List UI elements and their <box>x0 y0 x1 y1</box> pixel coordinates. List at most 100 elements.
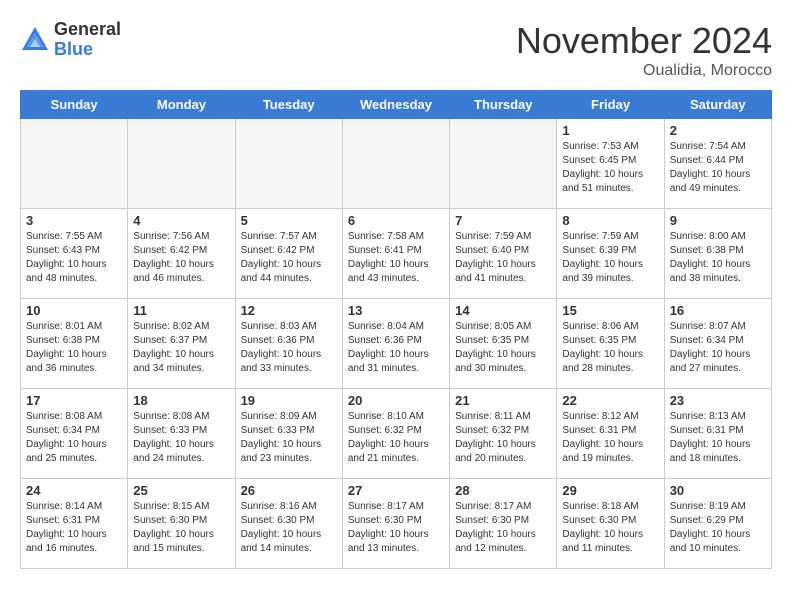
day-number: 4 <box>133 213 229 228</box>
calendar-header: SundayMondayTuesdayWednesdayThursdayFrid… <box>21 91 772 119</box>
day-number: 9 <box>670 213 766 228</box>
calendar-cell: 17 Sunrise: 8:08 AMSunset: 6:34 PMDayligh… <box>21 389 128 479</box>
logo-general-text: General <box>54 20 121 40</box>
day-info: Sunrise: 8:08 AMSunset: 6:34 PMDaylight:… <box>26 410 122 466</box>
weekday-header: Monday <box>128 91 235 119</box>
day-number: 6 <box>348 213 444 228</box>
day-number: 15 <box>562 303 658 318</box>
calendar-table: SundayMondayTuesdayWednesdayThursdayFrid… <box>20 90 772 569</box>
day-info: Sunrise: 8:19 AMSunset: 6:29 PMDaylight:… <box>670 500 766 556</box>
day-number: 23 <box>670 393 766 408</box>
calendar-week-row: 1 Sunrise: 7:53 AMSunset: 6:45 PMDaylight… <box>21 119 772 209</box>
calendar-cell: 3Sunrise: 7:55 AMSunset: 6:43 PMDaylight… <box>21 209 128 299</box>
calendar-body: 1 Sunrise: 7:53 AMSunset: 6:45 PMDaylight… <box>21 119 772 569</box>
day-info: Sunrise: 8:18 AMSunset: 6:30 PMDaylight:… <box>562 500 658 556</box>
calendar-cell: 6 Sunrise: 7:58 AMSunset: 6:41 PMDaylight… <box>342 209 449 299</box>
calendar-cell: 22Sunrise: 8:12 AMSunset: 6:31 PMDayligh… <box>557 389 664 479</box>
calendar-cell: 5 Sunrise: 7:57 AMSunset: 6:42 PMDaylight… <box>235 209 342 299</box>
day-number: 7 <box>455 213 551 228</box>
day-number: 27 <box>348 483 444 498</box>
calendar-cell: 1 Sunrise: 7:53 AMSunset: 6:45 PMDaylight… <box>557 119 664 209</box>
calendar-cell <box>450 119 557 209</box>
calendar-cell: 26 Sunrise: 8:16 AMSunset: 6:30 PMDayligh… <box>235 479 342 569</box>
day-info: Sunrise: 8:05 AMSunset: 6:35 PMDaylight:… <box>455 320 551 376</box>
day-info: Sunrise: 8:08 AMSunset: 6:33 PMDaylight:… <box>133 410 229 466</box>
day-info: Sunrise: 7:59 AMSunset: 6:40 PMDaylight:… <box>455 230 551 286</box>
calendar-cell: 11 Sunrise: 8:02 AMSunset: 6:37 PMDayligh… <box>128 299 235 389</box>
day-info: Sunrise: 7:59 AMSunset: 6:39 PMDaylight:… <box>562 230 658 286</box>
calendar-week-row: 3Sunrise: 7:55 AMSunset: 6:43 PMDaylight… <box>21 209 772 299</box>
day-number: 17 <box>26 393 122 408</box>
calendar-week-row: 10Sunrise: 8:01 AMSunset: 6:38 PMDayligh… <box>21 299 772 389</box>
day-info: Sunrise: 8:15 AMSunset: 6:30 PMDaylight:… <box>133 500 229 556</box>
day-number: 19 <box>241 393 337 408</box>
calendar-cell: 20 Sunrise: 8:10 AMSunset: 6:32 PMDayligh… <box>342 389 449 479</box>
day-number: 25 <box>133 483 229 498</box>
calendar-cell: 10Sunrise: 8:01 AMSunset: 6:38 PMDayligh… <box>21 299 128 389</box>
calendar-cell: 9 Sunrise: 8:00 AMSunset: 6:38 PMDaylight… <box>664 209 771 299</box>
calendar-cell: 14 Sunrise: 8:05 AMSunset: 6:35 PMDayligh… <box>450 299 557 389</box>
calendar-cell <box>128 119 235 209</box>
calendar-cell: 8 Sunrise: 7:59 AMSunset: 6:39 PMDaylight… <box>557 209 664 299</box>
logo-icon <box>20 25 50 55</box>
weekday-header: Friday <box>557 91 664 119</box>
day-info: Sunrise: 8:04 AMSunset: 6:36 PMDaylight:… <box>348 320 444 376</box>
calendar-cell: 19 Sunrise: 8:09 AMSunset: 6:33 PMDayligh… <box>235 389 342 479</box>
calendar-cell: 30Sunrise: 8:19 AMSunset: 6:29 PMDayligh… <box>664 479 771 569</box>
day-number: 10 <box>26 303 122 318</box>
month-title: November 2024 <box>516 20 772 62</box>
day-info: Sunrise: 8:16 AMSunset: 6:30 PMDaylight:… <box>241 500 337 556</box>
day-number: 2 <box>670 123 766 138</box>
day-number: 13 <box>348 303 444 318</box>
calendar-cell: 15Sunrise: 8:06 AMSunset: 6:35 PMDayligh… <box>557 299 664 389</box>
weekday-header: Sunday <box>21 91 128 119</box>
day-info: Sunrise: 7:58 AMSunset: 6:41 PMDaylight:… <box>348 230 444 286</box>
calendar-cell: 18 Sunrise: 8:08 AMSunset: 6:33 PMDayligh… <box>128 389 235 479</box>
day-number: 11 <box>133 303 229 318</box>
calendar-cell: 7 Sunrise: 7:59 AMSunset: 6:40 PMDaylight… <box>450 209 557 299</box>
day-info: Sunrise: 7:53 AMSunset: 6:45 PMDaylight:… <box>562 140 658 196</box>
weekday-header: Saturday <box>664 91 771 119</box>
day-info: Sunrise: 7:57 AMSunset: 6:42 PMDaylight:… <box>241 230 337 286</box>
day-number: 20 <box>348 393 444 408</box>
logo-text: General Blue <box>54 20 121 60</box>
calendar-cell: 23 Sunrise: 8:13 AMSunset: 6:31 PMDayligh… <box>664 389 771 479</box>
day-number: 3 <box>26 213 122 228</box>
calendar-cell <box>342 119 449 209</box>
calendar-week-row: 24 Sunrise: 8:14 AMSunset: 6:31 PMDayligh… <box>21 479 772 569</box>
location: Oualidia, Morocco <box>516 62 772 80</box>
day-number: 16 <box>670 303 766 318</box>
day-number: 24 <box>26 483 122 498</box>
calendar-week-row: 17 Sunrise: 8:08 AMSunset: 6:34 PMDayligh… <box>21 389 772 479</box>
day-info: Sunrise: 8:09 AMSunset: 6:33 PMDaylight:… <box>241 410 337 466</box>
title-section: November 2024 Oualidia, Morocco <box>516 20 772 80</box>
day-number: 18 <box>133 393 229 408</box>
day-number: 26 <box>241 483 337 498</box>
calendar-cell: 16 Sunrise: 8:07 AMSunset: 6:34 PMDayligh… <box>664 299 771 389</box>
day-info: Sunrise: 7:54 AMSunset: 6:44 PMDaylight:… <box>670 140 766 196</box>
day-info: Sunrise: 8:07 AMSunset: 6:34 PMDaylight:… <box>670 320 766 376</box>
calendar-cell: 13 Sunrise: 8:04 AMSunset: 6:36 PMDayligh… <box>342 299 449 389</box>
day-number: 1 <box>562 123 658 138</box>
day-number: 5 <box>241 213 337 228</box>
day-info: Sunrise: 8:14 AMSunset: 6:31 PMDaylight:… <box>26 500 122 556</box>
calendar-cell: 21Sunrise: 8:11 AMSunset: 6:32 PMDayligh… <box>450 389 557 479</box>
day-info: Sunrise: 8:02 AMSunset: 6:37 PMDaylight:… <box>133 320 229 376</box>
calendar-cell <box>21 119 128 209</box>
day-info: Sunrise: 8:17 AMSunset: 6:30 PMDaylight:… <box>455 500 551 556</box>
page-header: General Blue November 2024 Oualidia, Mor… <box>20 20 772 80</box>
calendar-cell: 4Sunrise: 7:56 AMSunset: 6:42 PMDaylight… <box>128 209 235 299</box>
day-number: 28 <box>455 483 551 498</box>
day-info: Sunrise: 8:00 AMSunset: 6:38 PMDaylight:… <box>670 230 766 286</box>
day-info: Sunrise: 8:13 AMSunset: 6:31 PMDaylight:… <box>670 410 766 466</box>
day-number: 14 <box>455 303 551 318</box>
calendar-cell: 25 Sunrise: 8:15 AMSunset: 6:30 PMDayligh… <box>128 479 235 569</box>
calendar-cell: 29Sunrise: 8:18 AMSunset: 6:30 PMDayligh… <box>557 479 664 569</box>
calendar-cell: 2 Sunrise: 7:54 AMSunset: 6:44 PMDaylight… <box>664 119 771 209</box>
day-info: Sunrise: 8:17 AMSunset: 6:30 PMDaylight:… <box>348 500 444 556</box>
calendar-cell: 28 Sunrise: 8:17 AMSunset: 6:30 PMDayligh… <box>450 479 557 569</box>
day-info: Sunrise: 8:10 AMSunset: 6:32 PMDaylight:… <box>348 410 444 466</box>
logo: General Blue <box>20 20 121 60</box>
day-number: 8 <box>562 213 658 228</box>
weekday-header: Wednesday <box>342 91 449 119</box>
